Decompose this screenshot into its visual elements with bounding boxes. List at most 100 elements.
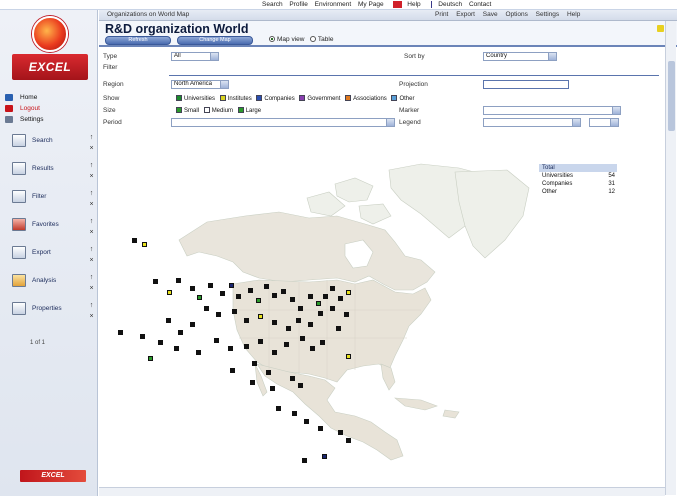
sidebar-item-settings[interactable]: Settings <box>2 114 96 125</box>
map-marker[interactable] <box>310 346 315 351</box>
map-marker[interactable] <box>344 312 349 317</box>
top-link-help[interactable]: Help <box>407 1 420 8</box>
map-marker[interactable] <box>298 383 303 388</box>
map-marker[interactable] <box>148 356 153 361</box>
map-marker[interactable] <box>208 283 213 288</box>
sidebar-item-logout[interactable]: Logout <box>2 103 96 114</box>
map-marker[interactable] <box>258 339 263 344</box>
map-marker[interactable] <box>256 298 261 303</box>
map-marker[interactable] <box>132 238 137 243</box>
map-marker[interactable] <box>320 340 325 345</box>
sidebar-tool-filter[interactable]: Filter ↑ × <box>6 188 96 214</box>
arrow-up-icon[interactable]: ↑ <box>88 162 95 169</box>
map-marker[interactable] <box>118 330 123 335</box>
north-america-map[interactable] <box>159 160 589 478</box>
series-toggle-institutes[interactable]: Institutes <box>217 95 252 102</box>
map-marker[interactable] <box>330 286 335 291</box>
sort-select[interactable]: Country <box>483 52 557 61</box>
close-icon[interactable]: × <box>88 201 95 208</box>
top-link-contact[interactable]: Contact <box>469 1 491 8</box>
series-toggle-associations[interactable]: Associations <box>342 95 387 102</box>
map-marker[interactable] <box>167 290 172 295</box>
arrow-up-icon[interactable]: ↑ <box>88 190 95 197</box>
horizontal-scrollbar[interactable] <box>99 487 665 496</box>
map-marker[interactable] <box>286 326 291 331</box>
map-marker[interactable] <box>316 301 321 306</box>
map-marker[interactable] <box>318 311 323 316</box>
map-marker[interactable] <box>158 340 163 345</box>
map-marker[interactable] <box>272 293 277 298</box>
sidebar-tool-search[interactable]: Search ↑ × <box>6 132 96 158</box>
map-marker[interactable] <box>190 322 195 327</box>
map-marker[interactable] <box>272 350 277 355</box>
map-marker[interactable] <box>300 336 305 341</box>
map-marker[interactable] <box>178 330 183 335</box>
map-marker[interactable] <box>338 430 343 435</box>
close-icon[interactable]: × <box>88 285 95 292</box>
map-marker[interactable] <box>250 380 255 385</box>
map-marker[interactable] <box>290 297 295 302</box>
close-icon[interactable]: × <box>88 257 95 264</box>
map-marker[interactable] <box>229 283 234 288</box>
sidebar-tool-export[interactable]: Export ↑ × <box>6 244 96 270</box>
arrow-up-icon[interactable]: ↑ <box>88 302 95 309</box>
map-marker[interactable] <box>228 346 233 351</box>
type-select[interactable]: All <box>171 52 219 61</box>
map-marker[interactable] <box>302 458 307 463</box>
map-marker[interactable] <box>346 290 351 295</box>
map-marker[interactable] <box>272 320 277 325</box>
legend-select[interactable] <box>483 118 581 127</box>
marker-select[interactable] <box>483 106 621 115</box>
series-toggle-companies[interactable]: Companies <box>253 95 295 102</box>
region-select[interactable]: North America <box>171 80 229 89</box>
map-marker[interactable] <box>323 294 328 299</box>
map-marker[interactable] <box>298 306 303 311</box>
map-marker[interactable] <box>296 318 301 323</box>
map-marker[interactable] <box>232 309 237 314</box>
map-marker[interactable] <box>258 314 263 319</box>
toolbar-options[interactable]: Options <box>505 11 527 18</box>
map-marker[interactable] <box>284 342 289 347</box>
toolbar-help[interactable]: Help <box>567 11 580 18</box>
toolbar-settings[interactable]: Settings <box>536 11 560 18</box>
toolbar-save[interactable]: Save <box>483 11 498 18</box>
map-marker[interactable] <box>214 338 219 343</box>
map-marker[interactable] <box>153 279 158 284</box>
map-marker[interactable] <box>270 386 275 391</box>
series-toggle-universities[interactable]: Universities <box>173 95 215 102</box>
map-marker[interactable] <box>216 312 221 317</box>
sidebar-tool-properties[interactable]: Properties ↑ × <box>6 300 96 326</box>
map-marker[interactable] <box>346 438 351 443</box>
map-marker[interactable] <box>336 326 341 331</box>
map-marker[interactable] <box>176 278 181 283</box>
map-marker[interactable] <box>281 289 286 294</box>
map-marker[interactable] <box>230 368 235 373</box>
map-marker[interactable] <box>308 322 313 327</box>
map-marker[interactable] <box>290 376 295 381</box>
map-marker[interactable] <box>338 296 343 301</box>
map-marker[interactable] <box>140 334 145 339</box>
map-marker[interactable] <box>322 454 327 459</box>
map-marker[interactable] <box>236 294 241 299</box>
size-option-medium[interactable]: Medium <box>201 107 233 114</box>
period-select[interactable] <box>171 118 395 127</box>
map-marker[interactable] <box>197 295 202 300</box>
map-marker[interactable] <box>276 406 281 411</box>
top-link-search[interactable]: Search <box>262 1 283 8</box>
series-toggle-other[interactable]: Other <box>388 95 414 102</box>
size-option-large[interactable]: Large <box>235 107 261 114</box>
change-map-button[interactable]: Change Map <box>177 36 253 45</box>
top-link-profile[interactable]: Profile <box>289 1 307 8</box>
flag-icon[interactable] <box>393 1 403 8</box>
map-marker[interactable] <box>330 306 335 311</box>
toolbar-export[interactable]: Export <box>456 11 475 18</box>
map-marker[interactable] <box>190 286 195 291</box>
map-marker[interactable] <box>318 426 323 431</box>
sidebar-tool-favorites[interactable]: Favorites ↑ × <box>6 216 96 242</box>
close-icon[interactable]: × <box>88 229 95 236</box>
map-marker[interactable] <box>292 411 297 416</box>
map-marker[interactable] <box>204 306 209 311</box>
radio-table[interactable] <box>309 36 316 42</box>
map-marker[interactable] <box>174 346 179 351</box>
map-marker[interactable] <box>264 284 269 289</box>
